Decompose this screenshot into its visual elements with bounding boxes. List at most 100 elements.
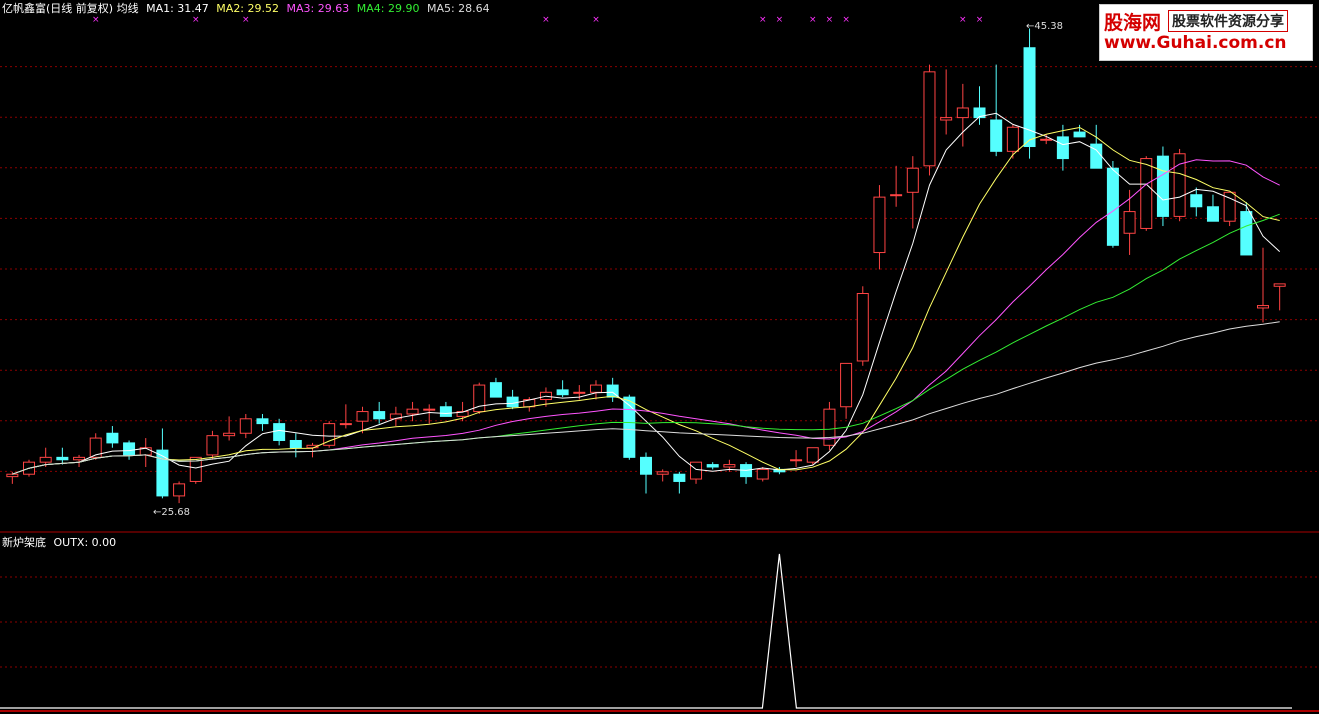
candle — [623, 394, 636, 460]
candle-body — [1156, 155, 1169, 217]
candle — [106, 426, 119, 448]
candle-body — [489, 382, 502, 398]
candle — [840, 362, 853, 419]
candle-body — [673, 473, 686, 482]
candle-body — [123, 442, 136, 456]
low-price-label: ←25.68 — [153, 507, 191, 518]
candle — [890, 165, 903, 207]
candle-body — [356, 411, 369, 422]
candle-body — [873, 196, 886, 254]
high-price-label: ←45.38 — [1026, 21, 1064, 32]
candle — [473, 382, 486, 414]
candle-body — [223, 432, 236, 437]
candle-body — [656, 471, 669, 475]
candle-body — [1256, 305, 1269, 309]
signal-marker: × — [759, 15, 767, 25]
candle-body — [323, 423, 336, 446]
candle-body — [556, 389, 569, 396]
candle — [1156, 146, 1169, 227]
signal-marker: × — [776, 15, 784, 25]
candle-body — [690, 461, 703, 480]
candle-body — [39, 456, 52, 463]
signal-marker: × — [976, 15, 984, 25]
candle — [439, 401, 452, 417]
candle — [756, 466, 769, 482]
candle-body — [289, 439, 302, 449]
candle — [706, 462, 719, 470]
candle-body — [73, 456, 86, 461]
candle-body — [1040, 138, 1053, 141]
candle-body — [239, 418, 252, 434]
candle — [223, 416, 236, 441]
candle — [506, 389, 519, 410]
watermark-slogan: 股票软件资源分享 — [1168, 10, 1288, 32]
indicator-panel[interactable] — [0, 553, 1319, 712]
signal-marker: × — [809, 15, 817, 25]
candle — [823, 401, 836, 451]
candle-body — [940, 117, 953, 121]
candle — [873, 185, 886, 270]
candle-body — [956, 107, 969, 119]
candle-body — [439, 406, 452, 417]
candle — [606, 377, 619, 402]
candle — [289, 433, 302, 458]
candle-body — [706, 464, 719, 468]
candle-body — [840, 362, 853, 408]
candle-body — [1273, 283, 1286, 287]
candle — [406, 401, 419, 422]
candle — [1190, 187, 1203, 217]
candle-body — [106, 432, 119, 444]
legend-ma4: MA4: 29.90 — [356, 2, 420, 15]
candle — [740, 462, 753, 484]
candle — [6, 471, 19, 484]
legend-ma2: MA2: 29.52 — [216, 2, 280, 15]
candle — [139, 438, 152, 467]
kline-chart[interactable]: × × × × × × × × × × × × — [0, 0, 1319, 714]
candle — [589, 380, 602, 400]
candle — [489, 377, 502, 398]
candle — [1240, 201, 1253, 256]
candle — [1123, 189, 1136, 255]
watermark-url: www.Guhai.com.cn — [1104, 33, 1287, 53]
signal-marker: × — [592, 15, 600, 25]
candle — [89, 433, 102, 460]
candle-body — [1056, 136, 1069, 160]
candle — [1173, 148, 1186, 222]
candle — [239, 413, 252, 439]
candle — [1106, 160, 1119, 248]
candle — [256, 413, 269, 431]
candle-body — [906, 167, 919, 193]
candle-body — [639, 456, 653, 475]
candle-body — [923, 71, 936, 167]
candle-body — [156, 449, 169, 497]
candle — [923, 64, 936, 176]
watermark-logo: 股海网 股票软件资源分享 www.Guhai.com.cn — [1099, 4, 1313, 61]
candle-body — [1140, 158, 1153, 229]
candle — [940, 69, 953, 135]
candle — [1140, 156, 1153, 231]
candle-body — [990, 119, 1003, 152]
candle-body — [790, 459, 803, 462]
candle-body — [1206, 206, 1219, 222]
legend-ma5: MA5: 28.64 — [426, 2, 490, 15]
indicator-value: OUTX: 0.00 — [53, 536, 117, 549]
legend-ma1: MA1: 31.47 — [146, 2, 209, 15]
candle-body — [56, 456, 69, 461]
candlesticks[interactable] — [6, 28, 1286, 504]
candle — [173, 481, 186, 504]
signal-marker: × — [842, 15, 850, 25]
high-price-value: 45.38 — [1034, 21, 1064, 32]
candle-body — [623, 396, 636, 458]
signal-marker: × — [826, 15, 834, 25]
candle-body — [856, 293, 869, 362]
signal-marker: × — [542, 15, 550, 25]
candle — [56, 447, 69, 465]
candle — [206, 430, 219, 460]
candle — [389, 406, 402, 427]
candle — [990, 64, 1003, 157]
signal-markers: × × × × × × × × × × × × — [92, 15, 983, 25]
signal-marker: × — [92, 15, 100, 25]
candle-body — [1073, 131, 1086, 138]
candle-body — [890, 194, 903, 197]
candle-body — [1006, 126, 1019, 152]
